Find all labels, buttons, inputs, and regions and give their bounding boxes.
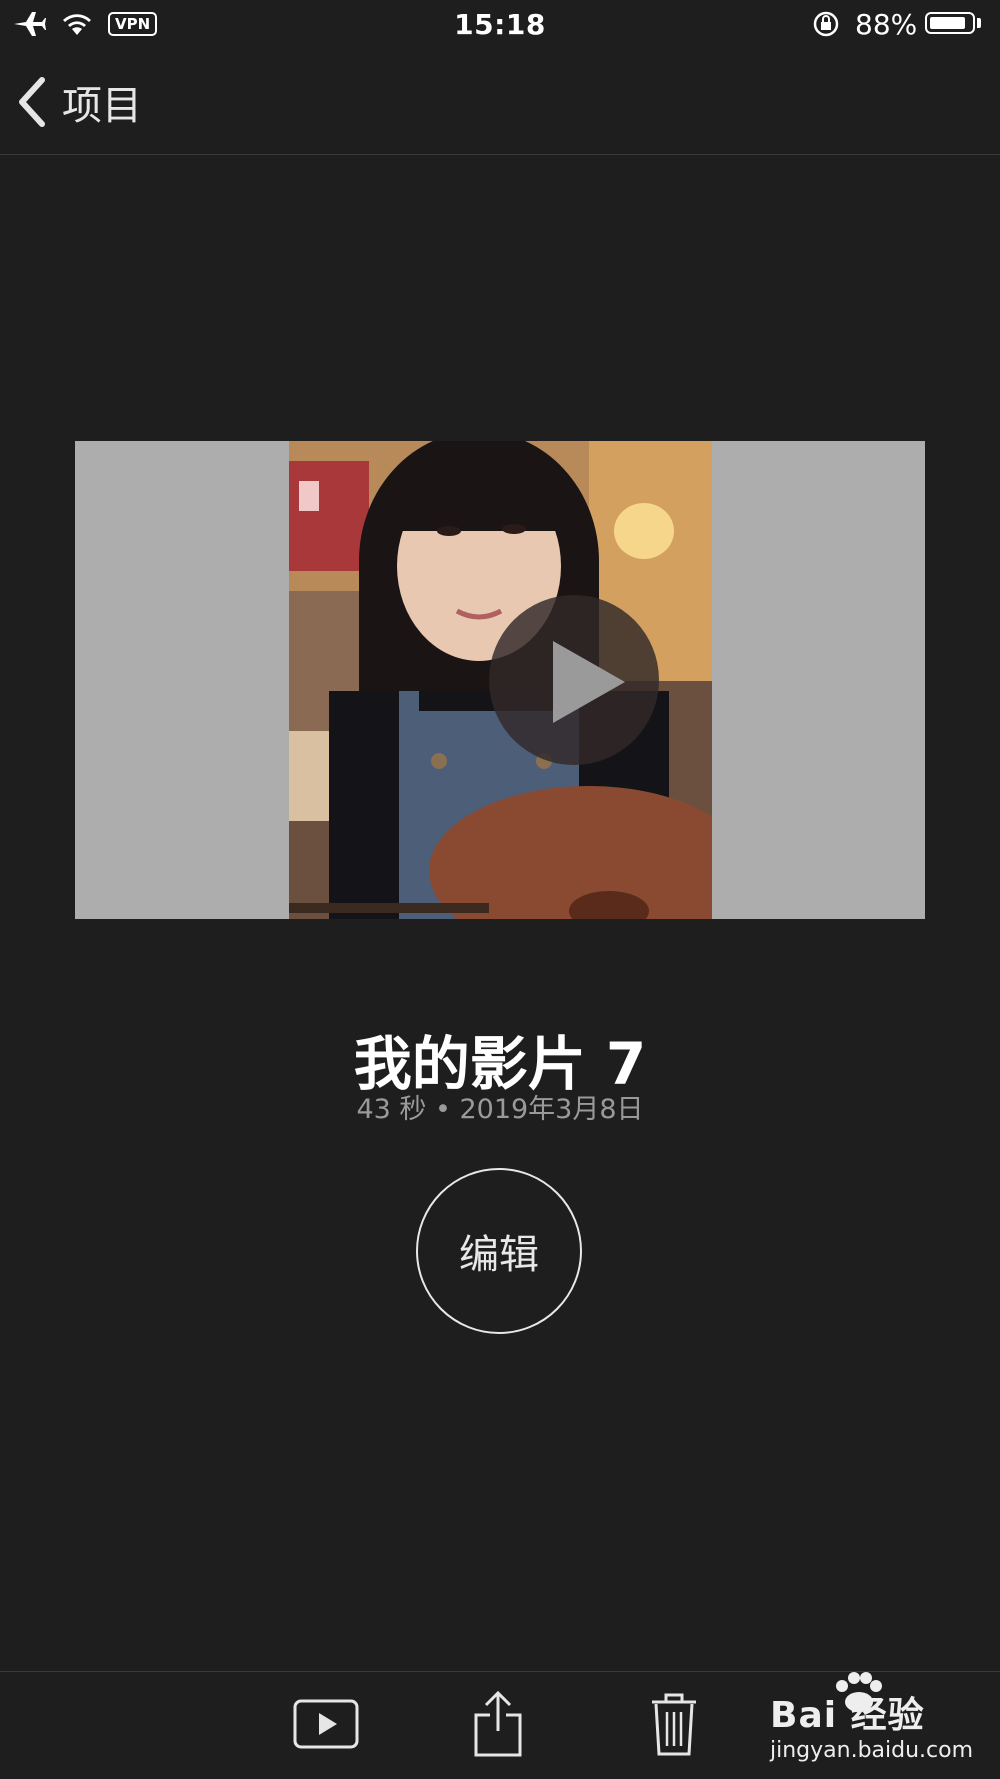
battery-icon: [925, 12, 975, 34]
play-icon: [293, 1699, 359, 1749]
baidu-jingyan-watermark: Bai 经验 jingyan.baidu.com: [760, 1672, 974, 1768]
battery-percent: 88%: [855, 8, 918, 41]
edit-label: 编辑: [459, 1232, 539, 1278]
back-button[interactable]: 项目: [14, 72, 142, 132]
share-icon: [474, 1691, 522, 1757]
edit-button[interactable]: 编辑: [416, 1168, 582, 1334]
watermark-logo-text: Bai 经验: [770, 1695, 925, 1736]
battery-tip: [977, 18, 981, 28]
status-time: 15:18: [454, 8, 546, 41]
back-label: 项目: [62, 83, 142, 129]
nav-bar: 项目: [0, 48, 1000, 155]
watermark-url: jingyan.baidu.com: [770, 1738, 974, 1763]
trash-icon: [652, 1693, 696, 1756]
play-icon: [553, 641, 625, 723]
share-button[interactable]: [470, 1690, 526, 1758]
video-preview[interactable]: [75, 441, 925, 919]
play-button[interactable]: [290, 1690, 362, 1758]
project-meta: 43 秒 • 2019年3月8日: [356, 1094, 644, 1125]
delete-button[interactable]: [648, 1690, 700, 1758]
battery-fill: [930, 17, 965, 29]
chevron-left-icon: [19, 77, 45, 127]
status-bar: VPN 15:18 88%: [0, 0, 1000, 48]
rotation-lock-icon: [813, 11, 839, 37]
